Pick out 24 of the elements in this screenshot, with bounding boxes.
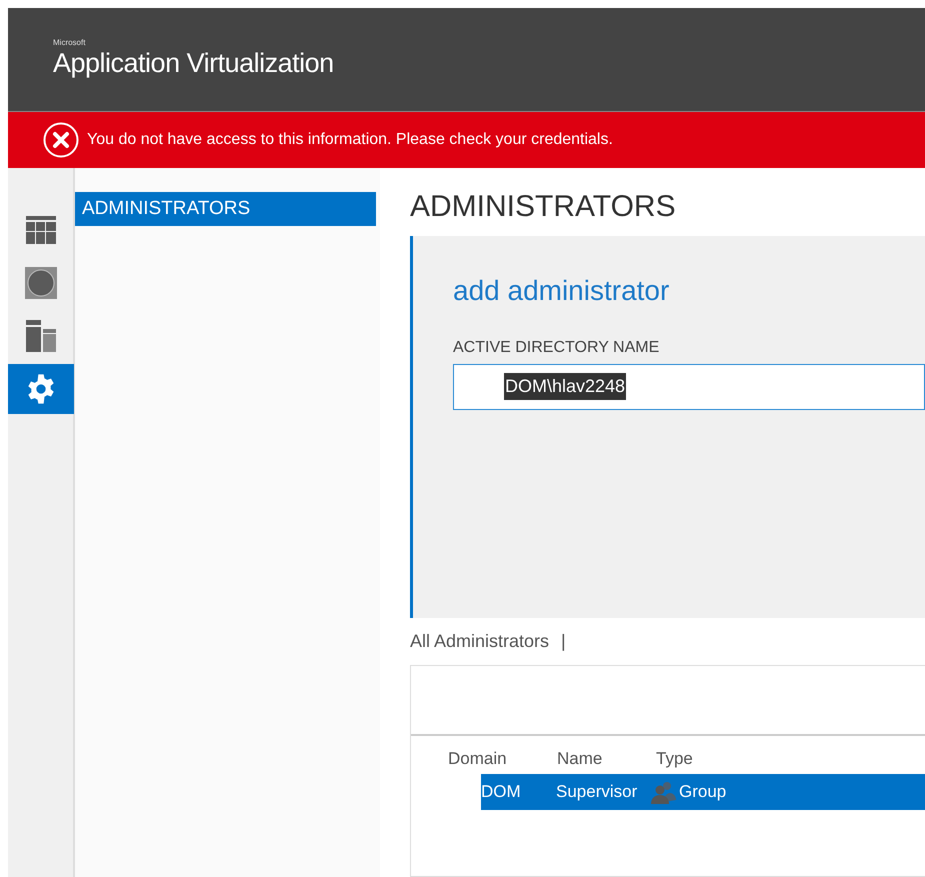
separator-mark: | xyxy=(561,630,566,653)
subnav-item[interactable]: ADMINISTRATORS xyxy=(75,192,376,226)
column-header: Domain xyxy=(448,748,508,770)
table-cell-text: DOM xyxy=(481,780,522,803)
grid-icon xyxy=(26,216,56,244)
field-value: DOM\hlav2248 xyxy=(504,373,626,400)
table-cell-text: Group xyxy=(679,780,726,803)
table-cell-text: Supervisor xyxy=(556,780,638,803)
error-message: You do not have access to this information. Please check your credentials. xyxy=(87,130,613,150)
panel-title: add administrator xyxy=(453,274,670,308)
error-icon xyxy=(43,122,79,158)
page-title: ADMINISTRATORS xyxy=(410,189,676,225)
column-header: Type xyxy=(656,748,693,770)
circle-icon xyxy=(25,267,57,299)
field-label: ACTIVE DIRECTORY NAME xyxy=(453,338,660,358)
table-row[interactable]: DOM Supervisor Group xyxy=(481,774,925,810)
brand-label: Microsoft xyxy=(53,38,86,47)
layout-icon xyxy=(26,320,56,352)
rail-button[interactable] xyxy=(8,364,74,414)
app-title: Application Virtualization xyxy=(53,46,334,80)
list-title: All Administrators xyxy=(410,630,550,652)
name-input[interactable]: DOM\hlav2248 xyxy=(453,364,925,410)
column-header: Name xyxy=(557,748,604,770)
group-icon xyxy=(650,780,676,804)
